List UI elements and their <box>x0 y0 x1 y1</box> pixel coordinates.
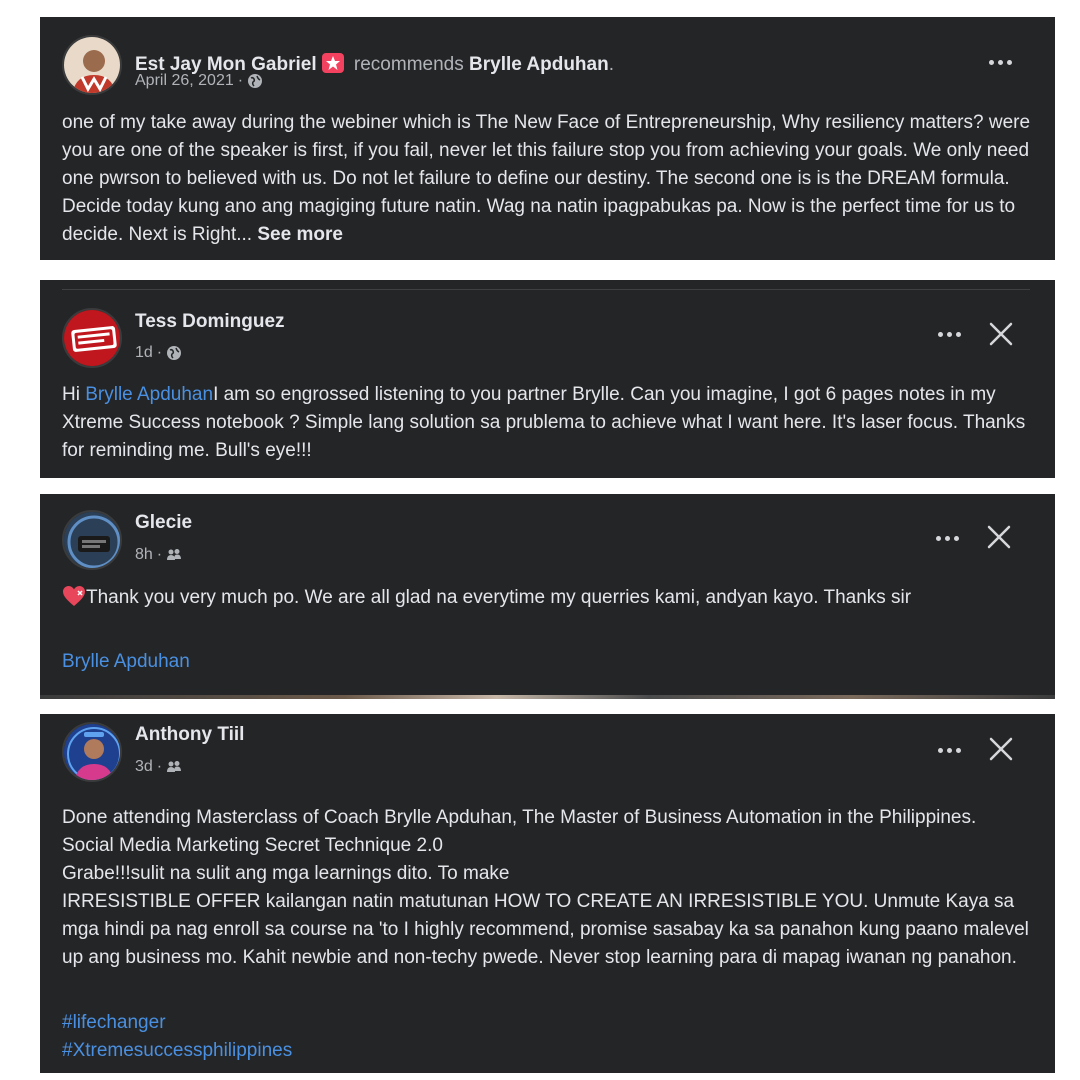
post-body: Thank you very much po. We are all glad … <box>86 587 912 608</box>
post-card-2: Tess Dominguez 1d · Hi Brylle ApduhanI a… <box>40 280 1055 478</box>
profile-photo <box>64 724 120 780</box>
author-line: Anthony Tiil <box>135 723 244 747</box>
recommended-page[interactable]: Brylle Apduhan <box>469 54 609 75</box>
post-body: one of my take away during the webiner w… <box>62 112 1031 245</box>
more-options-button[interactable] <box>927 526 967 550</box>
author-line: Tess Dominguez <box>135 310 285 334</box>
brand-logo-avatar <box>64 310 120 366</box>
close-icon <box>987 525 1011 549</box>
timestamp[interactable]: April 26, 2021 <box>135 71 234 91</box>
separator: · <box>156 758 163 775</box>
separator: · <box>237 72 244 89</box>
more-options-icon <box>988 59 994 65</box>
close-button[interactable] <box>984 732 1018 766</box>
author-name[interactable]: Anthony Tiil <box>135 724 244 745</box>
close-icon <box>989 322 1013 346</box>
post-text: Done attending Masterclass of Coach Bryl… <box>62 804 1033 972</box>
close-icon <box>989 737 1013 761</box>
post-meta: 3d · <box>135 757 182 777</box>
greeting: Hi <box>62 384 86 405</box>
more-options-button[interactable] <box>929 322 969 346</box>
avatar[interactable] <box>62 35 122 95</box>
profile-photo <box>64 512 120 568</box>
close-button[interactable] <box>984 317 1018 351</box>
post-body: Done attending Masterclass of Coach Bryl… <box>62 807 1029 968</box>
post-text: Thank you very much po. We are all glad … <box>62 584 1033 612</box>
star-badge-icon <box>321 53 344 73</box>
post-text: one of my take away during the webiner w… <box>62 109 1033 249</box>
punctuation: . <box>608 54 614 75</box>
globe-icon <box>248 74 263 88</box>
hashtag-link[interactable]: #Xtremesuccessphilippines <box>62 1037 292 1065</box>
close-button[interactable] <box>982 520 1016 554</box>
post-meta: April 26, 2021 · <box>135 71 263 91</box>
author-line: Glecie <box>135 511 192 535</box>
profile-photo <box>64 37 120 93</box>
post-card-3: Glecie 8h · Thank you very much po. We a… <box>40 494 1055 699</box>
divider <box>40 695 1055 699</box>
separator: · <box>156 344 163 361</box>
heart-emoji-icon <box>63 586 85 606</box>
friends-icon <box>167 549 182 560</box>
timestamp[interactable]: 1d <box>135 343 153 363</box>
post-text: Hi Brylle ApduhanI am so engrossed liste… <box>62 381 1033 465</box>
globe-icon <box>167 346 182 360</box>
more-options-button[interactable] <box>980 50 1020 74</box>
post-card-4: Anthony Tiil 3d · Done attending Masterc… <box>40 714 1055 1073</box>
avatar[interactable] <box>62 722 122 782</box>
recommends-text: recommends <box>353 54 464 75</box>
more-options-icon <box>935 535 941 541</box>
author-name[interactable]: Tess Dominguez <box>135 311 285 332</box>
divider <box>62 289 1030 290</box>
avatar[interactable] <box>62 308 122 368</box>
more-options-button[interactable] <box>929 738 969 762</box>
mention-link[interactable]: Brylle Apduhan <box>85 384 213 405</box>
hashtag-link[interactable]: #lifechanger <box>62 1009 166 1037</box>
avatar[interactable] <box>62 510 122 570</box>
author-name[interactable]: Glecie <box>135 512 192 533</box>
friends-icon <box>167 761 182 772</box>
tagged-page-link[interactable]: Brylle Apduhan <box>62 648 190 676</box>
post-card-1: Est Jay Mon Gabriel recommends Brylle Ap… <box>40 17 1055 260</box>
more-options-icon <box>937 747 943 753</box>
see-more-link[interactable]: See more <box>257 224 343 245</box>
post-meta: 1d · <box>135 343 182 363</box>
timestamp[interactable]: 3d <box>135 757 153 777</box>
more-options-icon <box>937 331 943 337</box>
separator: · <box>156 546 163 563</box>
timestamp[interactable]: 8h <box>135 545 153 565</box>
post-meta: 8h · <box>135 545 182 565</box>
